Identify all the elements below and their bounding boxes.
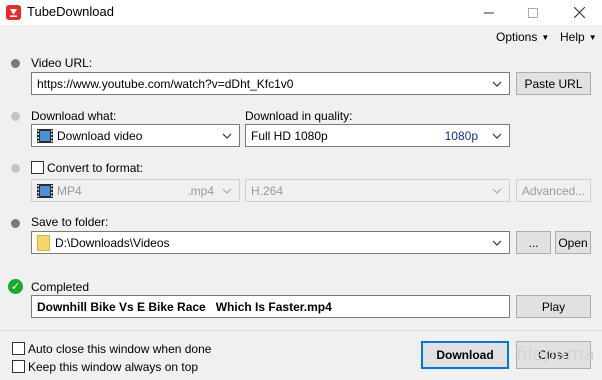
codec-value: H.264	[251, 183, 284, 198]
footer-divider	[0, 330, 602, 331]
film-icon	[37, 183, 53, 198]
chevron-down-icon	[490, 188, 504, 194]
format-select[interactable]: MP4 .mp4	[31, 179, 240, 202]
download-what-select[interactable]: Download video	[31, 124, 240, 147]
film-icon	[37, 128, 53, 143]
download-what-label: Download what:	[31, 109, 117, 123]
downloaded-filename: Downhill Bike Vs E Bike Race Which Is Fa…	[37, 299, 332, 314]
format-extension: .mp4	[187, 183, 214, 198]
save-folder-value: D:\Downloads\Videos	[55, 235, 170, 250]
advanced-button[interactable]: Advanced...	[516, 179, 591, 202]
minimize-icon	[484, 12, 494, 13]
app-logo-icon	[6, 5, 21, 20]
watermark: filepuma	[516, 344, 595, 365]
codec-select[interactable]: H.264	[245, 179, 510, 202]
close-icon	[573, 7, 585, 18]
caret-down-icon: ▼	[588, 32, 597, 42]
auto-close-checkbox[interactable]	[12, 342, 25, 355]
caret-down-icon: ▼	[541, 32, 550, 42]
maximize-button[interactable]	[510, 0, 556, 25]
quality-tag: 1080p	[444, 128, 478, 143]
paste-url-button[interactable]: Paste URL	[516, 72, 591, 95]
step-bullet-icon	[11, 112, 20, 121]
folder-icon	[37, 234, 50, 251]
video-url-label: Video URL:	[31, 56, 93, 70]
convert-checkbox[interactable]	[31, 161, 44, 174]
status-label: Completed	[31, 280, 90, 294]
help-menu[interactable]: Help ▼	[560, 30, 597, 44]
downloaded-file-field: Downhill Bike Vs E Bike Race Which Is Fa…	[31, 295, 510, 318]
download-what-value: Download video	[57, 128, 143, 143]
close-window-button[interactable]	[556, 0, 602, 25]
quality-select[interactable]: Full HD 1080p 1080p	[245, 124, 510, 147]
options-menu[interactable]: Options ▼	[496, 30, 549, 44]
quality-value: Full HD 1080p	[251, 128, 328, 143]
step-bullet-icon	[11, 164, 20, 173]
download-button[interactable]: Download	[421, 341, 509, 369]
format-value: MP4	[57, 183, 82, 198]
open-folder-button[interactable]: Open	[555, 231, 591, 254]
convert-label: Convert to format:	[47, 161, 144, 175]
chevron-down-icon[interactable]	[490, 81, 504, 87]
step-bullet-icon	[11, 219, 20, 228]
play-button[interactable]: Play	[516, 295, 591, 318]
help-menu-label: Help	[560, 30, 585, 44]
minimize-button[interactable]	[466, 0, 512, 25]
chevron-down-icon	[220, 133, 234, 139]
quality-label: Download in quality:	[245, 109, 353, 123]
window-title: TubeDownload	[27, 4, 114, 19]
save-folder-label: Save to folder:	[31, 215, 109, 229]
chevron-down-icon	[220, 188, 234, 194]
video-url-value: https://www.youtube.com/watch?v=dDht_Kfc…	[37, 76, 294, 91]
chevron-down-icon[interactable]	[490, 240, 504, 246]
options-menu-label: Options	[496, 30, 538, 44]
maximize-icon	[528, 7, 538, 18]
video-url-input[interactable]: https://www.youtube.com/watch?v=dDht_Kfc…	[31, 72, 510, 95]
always-on-top-checkbox[interactable]	[12, 360, 25, 373]
chevron-down-icon	[490, 133, 504, 139]
auto-close-label: Auto close this window when done	[28, 342, 212, 356]
checkmark-icon: ✓	[8, 279, 23, 294]
always-on-top-label: Keep this window always on top	[28, 360, 199, 374]
step-bullet-icon	[11, 59, 20, 68]
browse-folder-button[interactable]: ...	[516, 231, 551, 254]
save-folder-input[interactable]: D:\Downloads\Videos	[31, 231, 510, 254]
